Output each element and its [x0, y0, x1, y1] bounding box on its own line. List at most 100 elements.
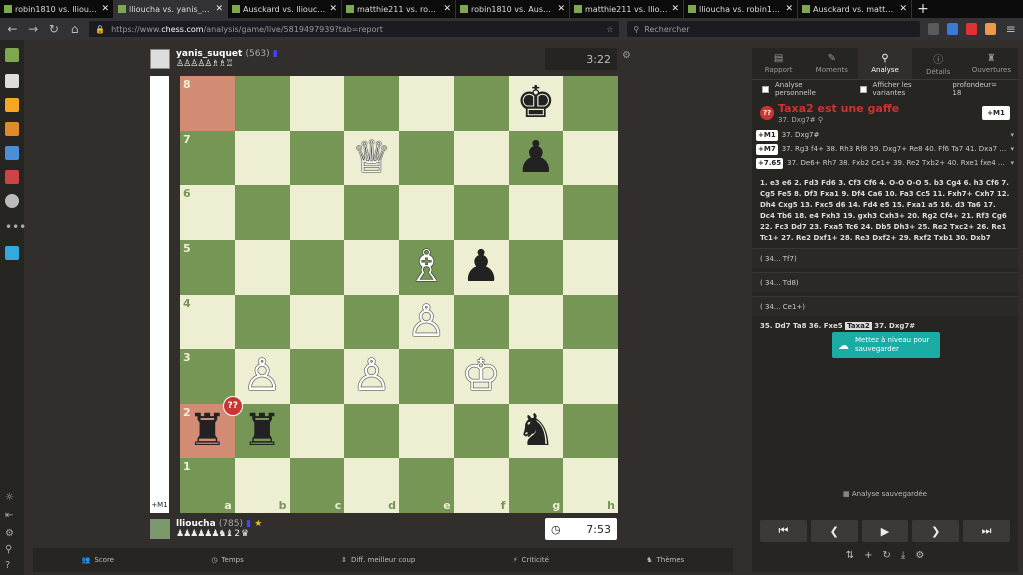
- square-g2[interactable]: ♞: [508, 403, 564, 459]
- square-b7[interactable]: [234, 130, 290, 186]
- square-c7[interactable]: [289, 130, 345, 186]
- browser-tab[interactable]: llioucha vs. yanis_suquet | An✕: [114, 0, 228, 18]
- move-list[interactable]: 1. e3 e6 2. Fd3 Fd6 3. Cf3 Cf6 4. O-O O-…: [760, 178, 1010, 244]
- square-c5[interactable]: [289, 239, 345, 295]
- square-a3[interactable]: 3: [180, 349, 235, 404]
- square-c4[interactable]: [289, 294, 345, 350]
- variation-item[interactable]: ( 34... Td8): [752, 272, 1018, 292]
- square-e7[interactable]: [399, 130, 454, 186]
- square-d5[interactable]: [344, 239, 399, 295]
- square-a1[interactable]: 1a: [180, 458, 235, 513]
- download-icon[interactable]: ⤓: [901, 550, 905, 561]
- menu-icon[interactable]: ≡: [1004, 22, 1017, 36]
- tab-0[interactable]: ▤ Rapport: [752, 48, 805, 79]
- close-tab-icon[interactable]: ✕: [671, 4, 679, 14]
- square-a2[interactable]: 2 ♜??: [180, 395, 243, 459]
- piece-g2[interactable]: ♞: [516, 409, 555, 453]
- download-icon[interactable]: [947, 23, 959, 35]
- square-f2[interactable]: [453, 403, 509, 459]
- close-tab-icon[interactable]: ✕: [329, 4, 337, 14]
- main-line[interactable]: 35. Dd7 Ta8 36. Fxe5 Taxa2 37. Dxg7#: [752, 322, 1018, 330]
- theme-icon[interactable]: ☼: [5, 492, 19, 506]
- square-h4[interactable]: [563, 294, 618, 350]
- piece-a2[interactable]: ♜: [188, 409, 227, 453]
- square-g8[interactable]: ♚: [508, 76, 564, 131]
- chess-logo-icon[interactable]: [5, 48, 19, 62]
- square-e3[interactable]: [399, 349, 454, 404]
- square-e4[interactable]: ♙: [399, 294, 454, 350]
- settings-icon[interactable]: ⚙: [915, 550, 924, 561]
- piece-e4[interactable]: ♙: [407, 299, 446, 344]
- piece-d3[interactable]: ♙: [352, 354, 391, 398]
- square-h2[interactable]: [563, 403, 618, 459]
- browser-tab[interactable]: robin1810 vs. Ausckard | Ana✕: [456, 0, 570, 18]
- report-tab-4[interactable]: ♞ Thèmes: [646, 556, 684, 564]
- chevron-down-icon[interactable]: ▾: [1010, 159, 1014, 167]
- report-tab-1[interactable]: ◷ Temps: [211, 556, 243, 564]
- square-b8[interactable]: [234, 76, 290, 131]
- square-h8[interactable]: [563, 76, 618, 131]
- square-h1[interactable]: h: [563, 458, 618, 513]
- square-e2[interactable]: [399, 403, 454, 459]
- tab-3[interactable]: ⓘ Détails: [912, 48, 965, 79]
- square-h3[interactable]: [563, 349, 618, 404]
- chevron-down-icon[interactable]: ▾: [1010, 145, 1014, 153]
- piece-b2[interactable]: ♜: [242, 409, 281, 453]
- square-e6[interactable]: [399, 185, 454, 240]
- piece-f5[interactable]: ♟: [461, 245, 500, 289]
- close-tab-icon[interactable]: ✕: [557, 4, 565, 14]
- browser-tab[interactable]: robin1810 vs. llioucha | Ana✕: [0, 0, 114, 18]
- chevron-down-icon[interactable]: ▾: [1010, 131, 1014, 139]
- square-f1[interactable]: f: [453, 458, 509, 513]
- play-icon[interactable]: [5, 74, 19, 88]
- avatar[interactable]: [150, 49, 170, 69]
- watch-icon[interactable]: [5, 146, 19, 160]
- avatar[interactable]: [150, 519, 170, 539]
- piece-d7[interactable]: ♕: [352, 135, 391, 180]
- square-g5[interactable]: [508, 239, 564, 295]
- adblock-icon[interactable]: [966, 23, 978, 35]
- square-f4[interactable]: [453, 294, 509, 350]
- collapse-icon[interactable]: ⇤: [5, 510, 19, 524]
- search-icon[interactable]: ⚲: [5, 544, 19, 558]
- diamond-icon[interactable]: [5, 246, 19, 260]
- upgrade-save-button[interactable]: ☁ Mettez à niveau pour sauvegarder: [832, 332, 940, 358]
- last-move-button[interactable]: ⏭: [963, 520, 1010, 542]
- square-e5[interactable]: ♗: [399, 239, 454, 295]
- square-h5[interactable]: [563, 239, 618, 295]
- piece-g7[interactable]: ♟: [516, 135, 555, 180]
- square-g1[interactable]: g: [508, 458, 564, 513]
- square-f8[interactable]: [453, 76, 509, 131]
- first-move-button[interactable]: ⏮: [760, 520, 807, 542]
- bookmark-star-icon[interactable]: ☆: [606, 25, 613, 34]
- addon-icon[interactable]: [985, 23, 997, 35]
- square-d7[interactable]: ♕: [344, 130, 399, 186]
- piece-e5[interactable]: ♗: [407, 245, 446, 289]
- piece-g8[interactable]: ♚: [516, 81, 555, 125]
- variation-item[interactable]: ( 34... Tf7): [752, 248, 1018, 268]
- player-name[interactable]: llioucha (785) ▮ ★: [176, 519, 262, 529]
- tab-2[interactable]: ⚲ Analyse: [858, 48, 912, 79]
- square-e8[interactable]: [399, 76, 454, 131]
- square-a7[interactable]: 7: [180, 130, 235, 186]
- social-icon[interactable]: [5, 194, 19, 208]
- settings-icon[interactable]: ⚙: [5, 528, 19, 542]
- next-move-button[interactable]: ❯: [912, 520, 960, 542]
- square-a5[interactable]: 5: [180, 239, 235, 295]
- flip-board-icon[interactable]: ⇅: [846, 550, 854, 561]
- square-c8[interactable]: [289, 76, 345, 131]
- square-b6[interactable]: [234, 185, 290, 240]
- square-g6[interactable]: [508, 185, 564, 240]
- square-d2[interactable]: [344, 403, 399, 459]
- square-h6[interactable]: [563, 185, 618, 240]
- extension-icon[interactable]: [928, 23, 940, 35]
- square-d4[interactable]: [344, 294, 399, 350]
- close-tab-icon[interactable]: ✕: [899, 4, 907, 14]
- square-g7[interactable]: ♟: [508, 130, 564, 186]
- personal-analysis-checkbox[interactable]: [762, 85, 769, 93]
- square-a6[interactable]: 6: [180, 185, 235, 240]
- square-d8[interactable]: [344, 76, 399, 131]
- add-icon[interactable]: +: [864, 550, 872, 561]
- reset-icon[interactable]: ↻: [883, 550, 891, 561]
- piece-b3[interactable]: ♙: [242, 354, 281, 398]
